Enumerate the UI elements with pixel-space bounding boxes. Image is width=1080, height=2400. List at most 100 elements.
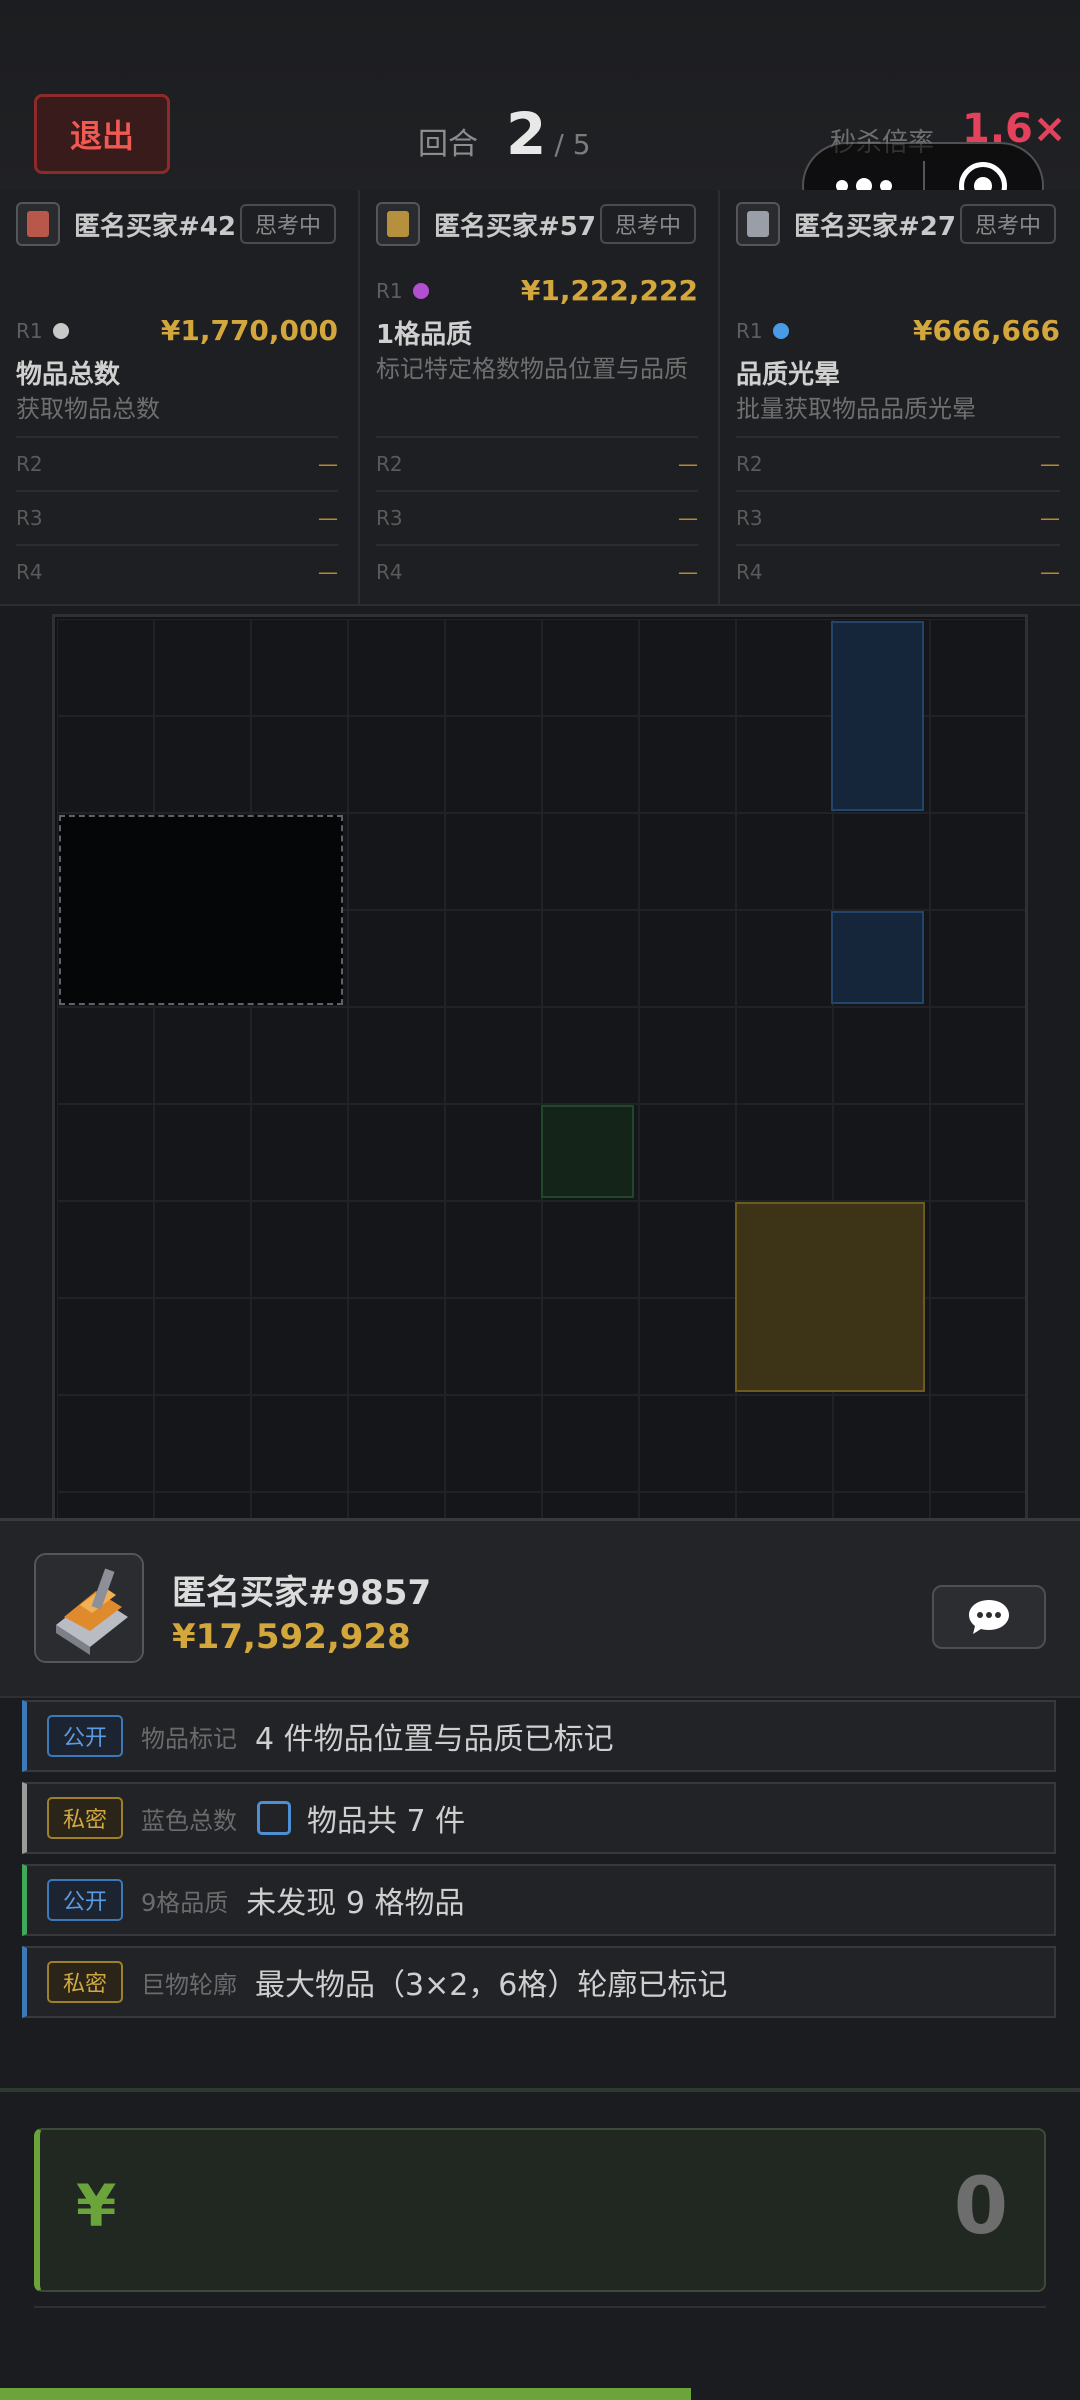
item-blue-marker[interactable] (831, 911, 924, 1004)
grid-cell[interactable] (930, 619, 1025, 716)
grid-cell[interactable] (736, 1492, 833, 1520)
grid-cell[interactable] (930, 1395, 1025, 1492)
grid-cell[interactable] (348, 619, 445, 716)
grid-cell[interactable] (445, 1298, 542, 1395)
grid-cell[interactable] (154, 1201, 251, 1298)
grid-cell[interactable] (348, 910, 445, 1007)
grid-cell[interactable] (251, 1104, 348, 1201)
grid-cell[interactable] (154, 1298, 251, 1395)
grid-cell[interactable] (445, 716, 542, 813)
grid-cell[interactable] (833, 1492, 930, 1520)
grid-cell[interactable] (251, 1492, 348, 1520)
grid-cell[interactable] (930, 716, 1025, 813)
grid-cell[interactable] (154, 716, 251, 813)
grid-cell[interactable] (639, 716, 736, 813)
grid-cell[interactable] (251, 1395, 348, 1492)
grid-cell[interactable] (736, 910, 833, 1007)
grid-cell[interactable] (930, 910, 1025, 1007)
grid-cell[interactable] (154, 1104, 251, 1201)
grid-cell[interactable] (154, 1492, 251, 1520)
grid-cell[interactable] (348, 1492, 445, 1520)
grid-cell[interactable] (348, 813, 445, 910)
grid-cell[interactable] (251, 1298, 348, 1395)
grid-cell[interactable] (833, 1104, 930, 1201)
grid-cell[interactable] (736, 1104, 833, 1201)
bid-input[interactable]: ¥ 0 (34, 2128, 1046, 2292)
grid-cell[interactable] (154, 1395, 251, 1492)
grid-cell[interactable] (542, 1007, 639, 1104)
grid-cell[interactable] (542, 1395, 639, 1492)
grid-cell[interactable] (639, 910, 736, 1007)
grid-cell[interactable] (639, 1201, 736, 1298)
grid-cell[interactable] (251, 619, 348, 716)
grid-cell[interactable] (251, 716, 348, 813)
grid-cell[interactable] (639, 619, 736, 716)
grid-cell[interactable] (736, 619, 833, 716)
exit-button[interactable]: 退出 (34, 94, 170, 174)
checkbox-icon[interactable] (257, 1801, 291, 1835)
grid-cell[interactable] (57, 619, 154, 716)
grid-cell[interactable] (348, 1201, 445, 1298)
grid-cell[interactable] (154, 619, 251, 716)
grid-cell[interactable] (348, 1298, 445, 1395)
grid-cell[interactable] (445, 910, 542, 1007)
grid-cell[interactable] (736, 1007, 833, 1104)
buyer-status: 思考中 (600, 204, 696, 244)
grid-cell[interactable] (930, 1104, 1025, 1201)
intel-kind: 巨物轮廓 (141, 1970, 237, 1999)
grid-cell[interactable] (639, 1298, 736, 1395)
grid-cell[interactable] (348, 1395, 445, 1492)
grid-cell[interactable] (930, 1007, 1025, 1104)
grid-cell[interactable] (542, 1201, 639, 1298)
grid-cell[interactable] (57, 716, 154, 813)
grid-cell[interactable] (154, 1007, 251, 1104)
grid-cell[interactable] (445, 1201, 542, 1298)
grid-cell[interactable] (639, 1492, 736, 1520)
grid-cell[interactable] (57, 1395, 154, 1492)
grid-cell[interactable] (833, 1395, 930, 1492)
grid-cell[interactable] (833, 813, 930, 910)
item-green-marker[interactable] (541, 1105, 634, 1198)
grid-cell[interactable] (57, 1492, 154, 1520)
grid-cell[interactable] (736, 813, 833, 910)
grid-cell[interactable] (542, 1298, 639, 1395)
grid-cell[interactable] (445, 619, 542, 716)
grid-cell[interactable] (639, 1104, 736, 1201)
round-value: — (318, 506, 338, 530)
grid-cell[interactable] (639, 1007, 736, 1104)
grid-cell[interactable] (542, 813, 639, 910)
grid-cell[interactable] (445, 1007, 542, 1104)
grid-cell[interactable] (542, 619, 639, 716)
chat-button[interactable] (932, 1585, 1046, 1649)
grid-cell[interactable] (57, 1007, 154, 1104)
grid-cell[interactable] (736, 1395, 833, 1492)
grid-cell[interactable] (639, 1395, 736, 1492)
storage-grid[interactable] (52, 614, 1028, 1520)
grid-cell[interactable] (57, 1104, 154, 1201)
grid-cell[interactable] (542, 910, 639, 1007)
grid-cell[interactable] (251, 1201, 348, 1298)
grid-cell[interactable] (445, 813, 542, 910)
grid-cell[interactable] (930, 1201, 1025, 1298)
grid-cell[interactable] (930, 813, 1025, 910)
item-gold-marker[interactable] (735, 1202, 925, 1392)
grid-cell[interactable] (639, 813, 736, 910)
grid-cell[interactable] (348, 716, 445, 813)
grid-cell[interactable] (833, 1007, 930, 1104)
grid-cell[interactable] (445, 1104, 542, 1201)
large-item-outline[interactable] (59, 815, 343, 1005)
grid-cell[interactable] (930, 1492, 1025, 1520)
grid-cell[interactable] (445, 1395, 542, 1492)
item-blue-marker[interactable] (831, 621, 924, 811)
grid-cell[interactable] (542, 1492, 639, 1520)
grid-cell[interactable] (57, 1201, 154, 1298)
grid-cell[interactable] (736, 716, 833, 813)
grid-cell[interactable] (348, 1104, 445, 1201)
grid-cell[interactable] (348, 1007, 445, 1104)
grid-cell[interactable] (445, 1492, 542, 1520)
grid-cell[interactable] (930, 1298, 1025, 1395)
grid-cell[interactable] (251, 1007, 348, 1104)
skill-name: 1格品质 (376, 320, 473, 350)
grid-cell[interactable] (57, 1298, 154, 1395)
grid-cell[interactable] (542, 716, 639, 813)
